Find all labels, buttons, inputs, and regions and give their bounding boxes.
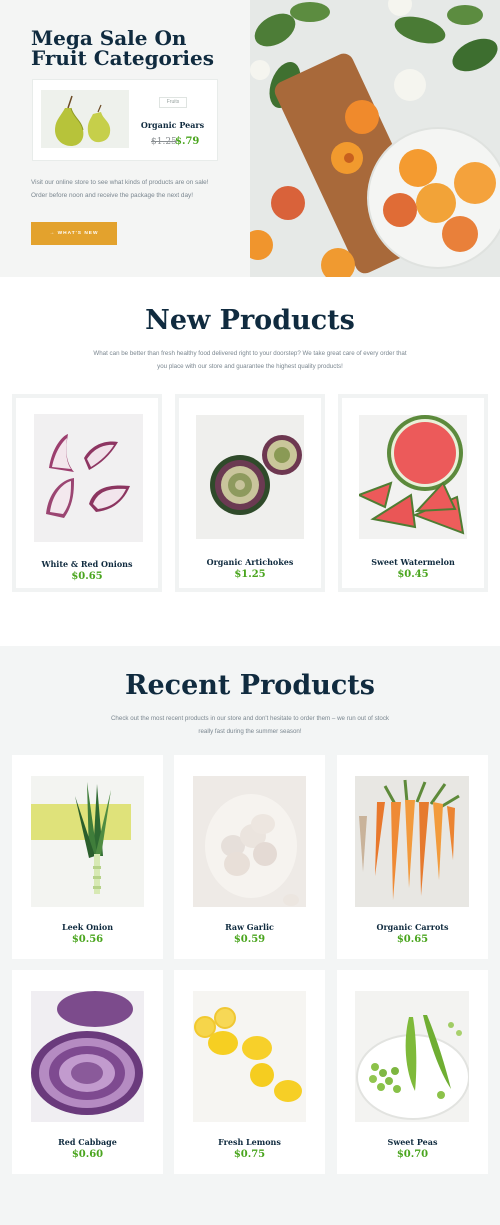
product-price: $0.70 <box>396 1149 429 1160</box>
pear-photo[interactable] <box>41 90 129 148</box>
product-card[interactable]: White & Red Onions $0.65 <box>12 394 162 592</box>
garlic-photo[interactable] <box>193 776 306 907</box>
onion-photo[interactable] <box>34 414 143 542</box>
apricots-bowl-photo <box>250 0 500 277</box>
product-name[interactable]: Red Cabbage <box>12 1137 163 1147</box>
peas-photo[interactable] <box>355 991 469 1122</box>
hero-description: Visit our online store to see what kinds… <box>31 179 209 199</box>
whats-new-button[interactable]: → WHAT'S NEW <box>31 222 117 245</box>
product-price: $0.56 <box>71 934 104 945</box>
product-name[interactable]: Sweet Peas <box>337 1137 488 1147</box>
product-card[interactable]: Sweet Watermelon $0.45 <box>338 394 488 592</box>
recent-products-description: Check out the most recent products in ou… <box>110 715 390 735</box>
new-products-title: New Products <box>145 305 355 336</box>
product-card[interactable]: Organic Carrots $0.65 <box>337 755 488 959</box>
product-name[interactable]: Sweet Watermelon <box>342 557 484 567</box>
new-products-description: What can be better than fresh healthy fo… <box>93 350 407 370</box>
product-price: $0.45 <box>397 569 429 580</box>
promo-category-tag[interactable]: Fruits <box>159 97 187 108</box>
product-price: $0.60 <box>71 1149 104 1160</box>
promo-new-price: $.79 <box>175 136 200 147</box>
product-card[interactable]: Organic Artichokes $1.25 <box>175 394 325 592</box>
product-name[interactable]: Fresh Lemons <box>174 1137 325 1147</box>
product-price: $0.59 <box>233 934 266 945</box>
product-name[interactable]: Raw Garlic <box>174 922 325 932</box>
carrot-photo[interactable] <box>355 776 469 907</box>
product-price: $0.75 <box>233 1149 266 1160</box>
leek-photo[interactable] <box>31 776 144 907</box>
product-price: $1.25 <box>234 569 266 580</box>
product-name[interactable]: Organic Carrots <box>337 922 488 932</box>
product-price: $0.65 <box>396 934 429 945</box>
product-card[interactable]: Leek Onion $0.56 <box>12 755 163 959</box>
promo-product-name[interactable]: Organic Pears <box>100 120 245 130</box>
hero-section: Mega Sale On Fruit Categories Fruits Org… <box>0 0 500 277</box>
promo-old-price: $1.25 <box>151 137 177 147</box>
product-name[interactable]: Leek Onion <box>12 922 163 932</box>
product-card[interactable]: Red Cabbage $0.60 <box>12 970 163 1174</box>
product-name[interactable]: Organic Artichokes <box>179 557 321 567</box>
product-card[interactable]: Raw Garlic $0.59 <box>174 755 325 959</box>
product-card[interactable]: Fresh Lemons $0.75 <box>174 970 325 1174</box>
watermelon-photo[interactable] <box>359 415 467 539</box>
product-card[interactable]: Sweet Peas $0.70 <box>337 970 488 1174</box>
artichoke-photo[interactable] <box>196 415 304 539</box>
lemon-photo[interactable] <box>193 991 306 1122</box>
cabbage-photo[interactable] <box>31 991 144 1122</box>
hero-title: Mega Sale On Fruit Categories <box>31 26 215 70</box>
product-price: $0.65 <box>71 571 103 582</box>
recent-products-title: Recent Products <box>125 670 375 701</box>
product-name[interactable]: White & Red Onions <box>16 559 158 569</box>
